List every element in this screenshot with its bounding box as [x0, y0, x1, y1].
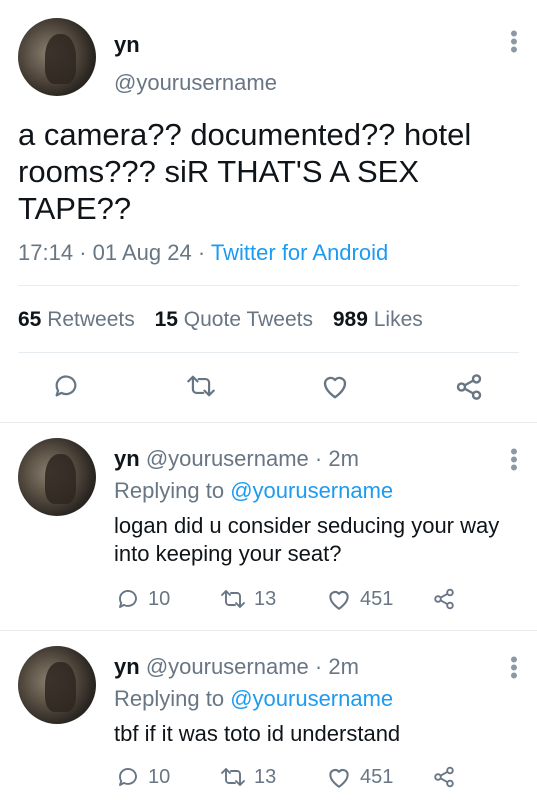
like-icon: [323, 376, 347, 399]
share-icon: [456, 374, 482, 400]
reply-icon: [119, 768, 137, 786]
replying-to-label: Replying to: [114, 478, 225, 503]
reply-button[interactable]: [52, 372, 80, 400]
reply-count: 10: [148, 765, 171, 788]
author-name[interactable]: yn: [114, 654, 140, 679]
like-button[interactable]: 451: [326, 587, 393, 611]
author-handle[interactable]: @yourusername: [114, 70, 277, 96]
more-icon[interactable]: • • •: [509, 441, 519, 479]
author-name[interactable]: yn: [114, 446, 140, 471]
reply-time: 2m: [328, 446, 359, 471]
author-name[interactable]: yn: [114, 32, 140, 58]
more-icon[interactable]: • • •: [509, 649, 519, 687]
reply-button[interactable]: 10: [116, 587, 170, 611]
retweets-stat[interactable]: 65 Retweets: [18, 308, 141, 331]
divider: [18, 285, 519, 286]
reply-header: yn @yourusername · 2m: [114, 654, 359, 680]
share-button[interactable]: [454, 372, 484, 402]
divider: [0, 422, 537, 423]
header-separator: ·: [314, 654, 323, 679]
retweet-button[interactable]: 13: [220, 765, 276, 789]
quotes-label: Quote Tweets: [183, 308, 313, 331]
tweet-date: 01 Aug 24: [92, 240, 192, 265]
reply-count: 10: [148, 587, 171, 610]
retweets-count: 65: [18, 308, 42, 331]
reply-time: 2m: [328, 654, 359, 679]
replying-to-handle[interactable]: @yourusername: [230, 686, 393, 711]
likes-label: Likes: [373, 308, 423, 331]
replying-to: Replying to @yourusername: [114, 686, 393, 712]
like-button[interactable]: [320, 372, 350, 400]
retweet-count: 13: [254, 587, 277, 610]
avatar[interactable]: [18, 646, 96, 724]
share-icon: [434, 766, 454, 788]
meta-separator: ·: [197, 240, 206, 265]
retweet-button[interactable]: 13: [220, 587, 276, 611]
tweet-stats: 65 Retweets 15 Quote Tweets 989 Likes: [18, 308, 423, 332]
replying-to: Replying to @yourusername: [114, 478, 393, 504]
header-separator: ·: [314, 446, 323, 471]
tweet-time: 17:14: [18, 240, 74, 265]
like-count: 451: [360, 765, 394, 788]
reply-button[interactable]: 10: [116, 765, 170, 789]
meta-separator: ·: [79, 240, 87, 265]
reply-text: logan did u consider seducing your way i…: [114, 513, 500, 566]
retweet-count: 13: [254, 765, 277, 788]
replying-to-label: Replying to: [114, 686, 225, 711]
quotes-stat[interactable]: 15 Quote Tweets: [155, 308, 319, 331]
retweet-icon: [187, 375, 215, 397]
share-icon: [434, 588, 454, 610]
share-button[interactable]: [432, 587, 456, 611]
retweet-button[interactable]: [186, 372, 216, 400]
divider: [0, 630, 537, 631]
avatar[interactable]: [18, 438, 96, 516]
share-button[interactable]: [432, 765, 456, 789]
divider: [18, 352, 519, 353]
reply-icon: [55, 375, 77, 397]
reply-text: tbf if it was toto id understand: [114, 721, 401, 746]
tweet-meta: 17:14 · 01 Aug 24 · Twitter for Android: [18, 240, 388, 266]
replying-to-handle[interactable]: @yourusername: [230, 478, 393, 503]
more-icon[interactable]: • • •: [509, 23, 519, 61]
retweet-icon: [221, 590, 245, 608]
reply-icon: [119, 590, 137, 608]
author-handle[interactable]: @yourusername: [146, 446, 309, 471]
likes-count: 989: [332, 308, 368, 331]
tweet-client-link[interactable]: Twitter for Android: [211, 240, 388, 265]
like-count: 451: [360, 587, 394, 610]
author-handle[interactable]: @yourusername: [146, 654, 309, 679]
like-icon: [329, 591, 349, 610]
avatar[interactable]: [18, 18, 96, 96]
tweet-text: a camera?? documented?? hotel rooms??? s…: [18, 117, 472, 226]
like-button[interactable]: 451: [326, 765, 393, 789]
like-icon: [329, 769, 349, 788]
retweet-icon: [221, 768, 245, 786]
quotes-count: 15: [154, 308, 178, 331]
reply-header: yn @yourusername · 2m: [114, 446, 359, 472]
likes-stat[interactable]: 989 Likes: [333, 308, 423, 331]
retweets-label: Retweets: [47, 308, 135, 331]
